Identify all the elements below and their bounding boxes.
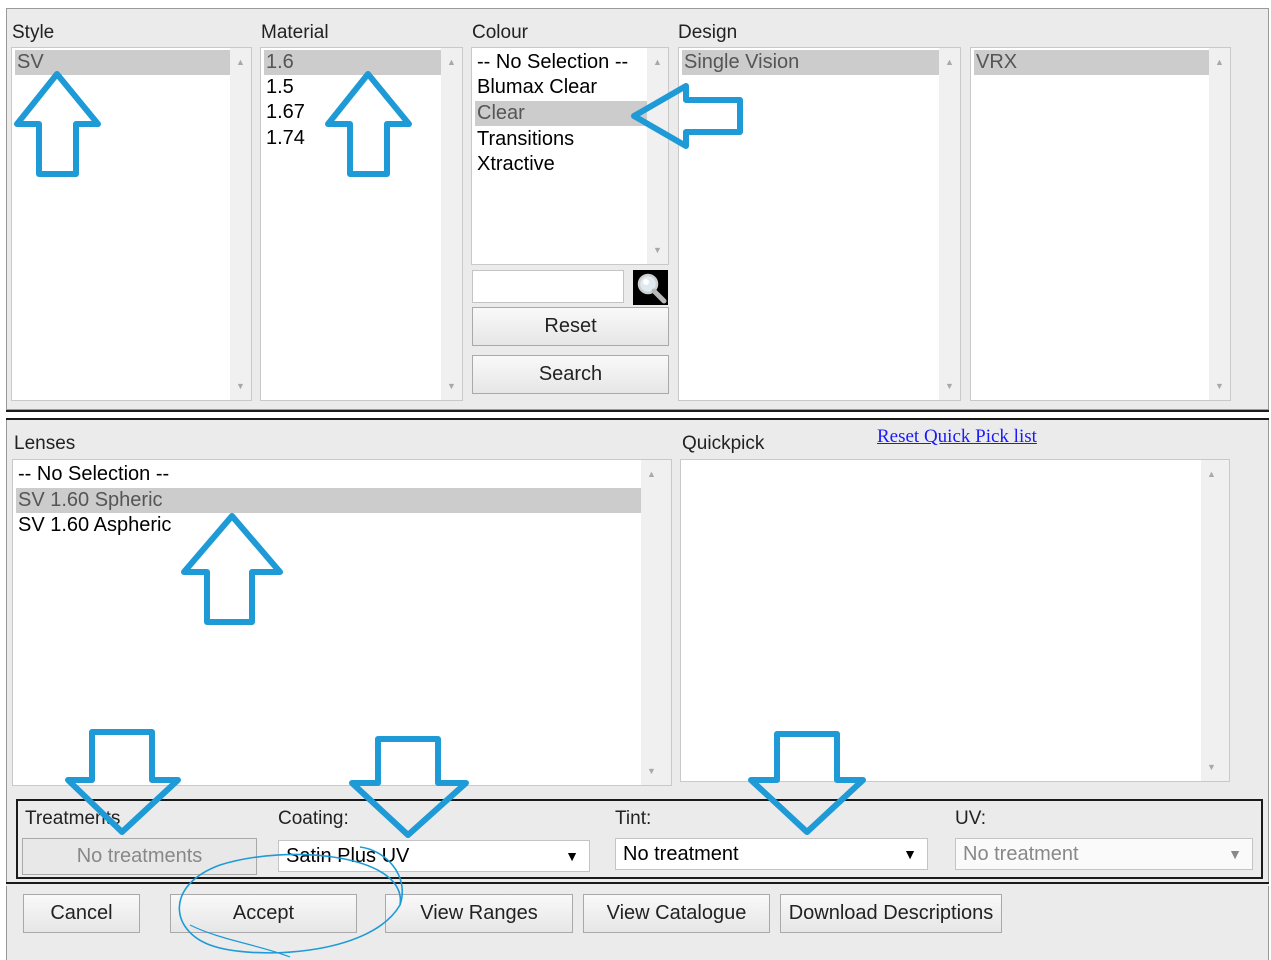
colour-label: Colour xyxy=(472,22,528,43)
view-catalogue-button[interactable]: View Catalogue xyxy=(583,894,770,933)
quickpick-label: Quickpick xyxy=(682,433,765,454)
arrow-down-icon xyxy=(349,736,469,838)
tint-value: No treatment xyxy=(623,843,739,865)
design-label: Design xyxy=(678,22,738,43)
scroll-up-icon[interactable]: ▲ xyxy=(939,54,960,70)
magnifier-icon[interactable] xyxy=(633,270,668,305)
arrow-up-icon xyxy=(14,71,101,177)
list-item[interactable]: -- No Selection -- xyxy=(475,50,665,75)
download-descriptions-button[interactable]: Download Descriptions xyxy=(780,894,1002,933)
scrollbar[interactable]: ▲ ▼ xyxy=(441,48,462,400)
list-item[interactable]: Single Vision xyxy=(682,50,957,75)
scroll-up-icon[interactable]: ▲ xyxy=(441,54,462,70)
scroll-down-icon[interactable]: ▼ xyxy=(230,378,251,394)
uv-label: UV: xyxy=(955,808,986,829)
list-item[interactable]: VRX xyxy=(974,50,1227,75)
scroll-down-icon[interactable]: ▼ xyxy=(1209,378,1230,394)
arrow-down-icon xyxy=(748,731,866,835)
colour-listbox[interactable]: -- No Selection -- Blumax Clear Clear Tr… xyxy=(471,47,669,265)
scroll-up-icon[interactable]: ▲ xyxy=(230,54,251,70)
triangle-down-icon: ▼ xyxy=(903,846,917,862)
tint-select[interactable]: No treatment ▼ xyxy=(615,838,928,870)
coating-label: Coating: xyxy=(278,808,349,829)
list-item[interactable]: -- No Selection -- xyxy=(16,462,641,487)
scroll-down-icon[interactable]: ▼ xyxy=(647,242,668,258)
scrollbar[interactable]: ▲ ▼ xyxy=(647,48,668,264)
sub-design-listbox[interactable]: VRX ▲ ▼ xyxy=(970,47,1231,401)
cancel-button[interactable]: Cancel xyxy=(23,894,140,933)
list-item[interactable]: SV 1.60 Spheric xyxy=(16,488,641,513)
list-item[interactable]: SV 1.60 Aspheric xyxy=(16,513,641,538)
scroll-down-icon[interactable]: ▼ xyxy=(641,763,662,779)
triangle-down-icon: ▼ xyxy=(565,848,579,864)
material-label: Material xyxy=(261,22,329,43)
scroll-up-icon[interactable]: ▲ xyxy=(1209,54,1230,70)
tint-label: Tint: xyxy=(615,808,652,829)
arrow-up-icon xyxy=(325,71,412,177)
divider xyxy=(6,410,1269,420)
arrow-up-icon xyxy=(181,513,283,625)
arrow-down-icon xyxy=(65,729,181,835)
reset-button[interactable]: Reset xyxy=(472,307,669,346)
scroll-up-icon[interactable]: ▲ xyxy=(647,54,668,70)
scrollbar[interactable]: ▲ ▼ xyxy=(230,48,251,400)
uv-value: No treatment xyxy=(963,843,1079,865)
search-button[interactable]: Search xyxy=(472,355,669,394)
uv-select[interactable]: No treatment ▼ xyxy=(955,838,1253,870)
lenses-label: Lenses xyxy=(14,433,76,454)
reset-quick-pick-link[interactable]: Reset Quick Pick list xyxy=(877,426,1037,448)
scroll-up-icon[interactable]: ▲ xyxy=(1201,466,1222,482)
scroll-down-icon[interactable]: ▼ xyxy=(441,378,462,394)
colour-search-input[interactable] xyxy=(472,270,624,303)
scrollbar[interactable]: ▲ ▼ xyxy=(641,460,671,785)
scrollbar[interactable]: ▲ ▼ xyxy=(939,48,960,400)
scrollbar[interactable]: ▲ ▼ xyxy=(1209,48,1230,400)
scroll-up-icon[interactable]: ▲ xyxy=(641,466,662,482)
arrow-left-icon xyxy=(631,83,743,149)
scroll-down-icon[interactable]: ▼ xyxy=(1201,759,1222,775)
circle-annotation-icon xyxy=(178,846,403,958)
scrollbar[interactable]: ▲ ▼ xyxy=(1201,460,1229,781)
list-item[interactable]: Xtractive xyxy=(475,152,665,177)
scroll-down-icon[interactable]: ▼ xyxy=(939,378,960,394)
triangle-down-icon: ▼ xyxy=(1228,846,1242,862)
style-label: Style xyxy=(12,22,55,43)
